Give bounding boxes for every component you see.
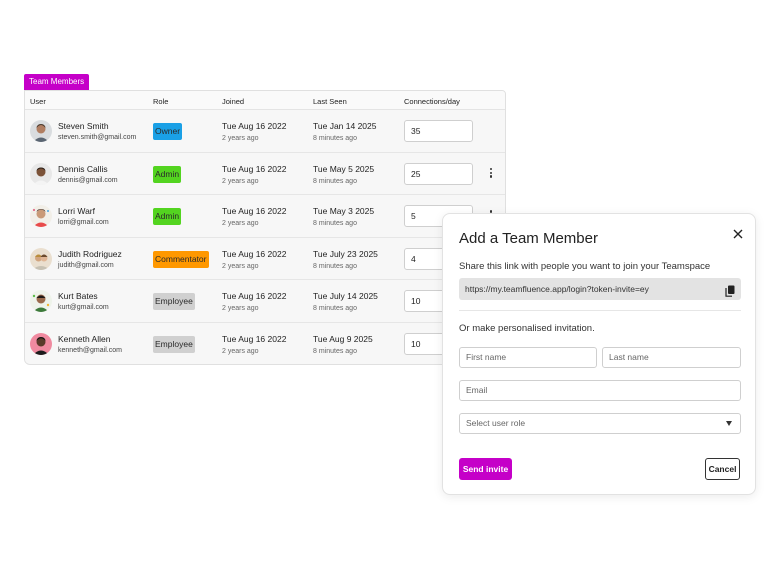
last-seen-relative: 8 minutes ago xyxy=(313,305,357,312)
invite-link-text: https://my.teamfluence.app/login?token-i… xyxy=(465,284,649,294)
joined-date: Tue Aug 16 2022 xyxy=(222,333,287,344)
column-user: User xyxy=(30,97,46,106)
column-role: Role xyxy=(153,97,169,106)
last-seen-date: Tue July 14 2025 xyxy=(313,291,378,301)
last-seen-relative: 8 minutes ago xyxy=(313,177,357,185)
team-members-table: User Role Joined Last Seen Connections/d… xyxy=(24,90,506,365)
avatar xyxy=(30,120,52,142)
email-input[interactable]: Email xyxy=(459,380,741,401)
last-name-input[interactable]: Last name xyxy=(602,347,741,368)
send-invite-button[interactable]: Send invite xyxy=(459,458,512,480)
joined-relative: 2 years ago xyxy=(222,177,259,185)
first-name-input[interactable]: First name xyxy=(459,347,597,368)
member-name: Lorri Warf xyxy=(58,206,95,216)
joined-date: Tue Aug 16 2022 xyxy=(222,163,287,174)
last-seen-relative: 8 minutes ago xyxy=(313,220,357,227)
member-name: Steven Smith xyxy=(58,121,109,131)
member-email: steven.smith@gmail.com xyxy=(58,134,137,141)
member-email: kenneth@gmail.com xyxy=(58,346,122,354)
add-member-modal: Add a Team Member Share this link with p… xyxy=(442,213,756,495)
joined-date: Tue Aug 16 2022 xyxy=(222,206,287,216)
avatar xyxy=(30,332,52,355)
table-row[interactable]: Kurt Bates kurt@gmail.com Employee Tue Aug … xyxy=(25,280,505,323)
role-badge: Employee xyxy=(153,335,195,353)
member-name: Dennis Callis xyxy=(58,163,108,174)
table-row[interactable]: Kenneth Allen kenneth@gmail.com Employee Tu… xyxy=(25,322,505,364)
joined-relative: 2 years ago xyxy=(222,347,259,355)
avatar xyxy=(30,162,52,185)
table-row[interactable]: Steven Smith steven.smith@gmail.com Owner T… xyxy=(25,110,505,153)
role-badge: Owner xyxy=(153,123,183,140)
role-badge: Admin xyxy=(153,208,182,225)
last-seen-relative: 8 minutes ago xyxy=(313,347,357,355)
role-badge: Commentator xyxy=(153,250,209,268)
last-seen-relative: 8 minutes ago xyxy=(313,135,357,142)
table-row[interactable]: Judith Rodriguez judith@gmail.com Commenta… xyxy=(25,237,505,280)
team-members-tab: Team Members xyxy=(24,74,90,90)
divider xyxy=(459,310,741,311)
member-email: dennis@gmail.com xyxy=(58,176,118,184)
member-email: lorri@gmail.com xyxy=(58,219,109,226)
member-email: judith@gmail.com xyxy=(58,261,114,269)
last-seen-date: Tue Aug 9 2025 xyxy=(313,333,373,344)
joined-date: Tue Aug 16 2022 xyxy=(222,121,287,131)
role-badge: Employee xyxy=(153,293,195,310)
avatar xyxy=(30,247,52,270)
personalised-invite-text: Or make personalised invitation. xyxy=(459,323,595,334)
joined-relative: 2 years ago xyxy=(222,135,259,142)
column-joined: Joined xyxy=(222,97,245,106)
table-row[interactable]: Lorri Warf lorri@gmail.com Admin Tue Aug 16… xyxy=(25,195,505,238)
chevron-down-icon xyxy=(726,421,732,426)
avatar xyxy=(30,290,52,312)
modal-title: Add a Team Member xyxy=(459,230,598,247)
copy-icon[interactable] xyxy=(725,283,735,297)
last-seen-date: Tue July 23 2025 xyxy=(313,248,378,259)
connections-input[interactable]: 25 xyxy=(404,162,473,185)
more-options-icon[interactable] xyxy=(488,167,494,181)
last-seen-date: Tue Jan 14 2025 xyxy=(313,121,377,131)
member-name: Judith Rodriguez xyxy=(58,248,122,259)
table-header: User Role Joined Last Seen Connections/d… xyxy=(25,91,505,110)
last-seen-relative: 8 minutes ago xyxy=(313,262,357,270)
role-badge: Admin xyxy=(153,165,182,183)
cancel-button[interactable]: Cancel xyxy=(705,458,740,480)
joined-date: Tue Aug 16 2022 xyxy=(222,291,287,301)
last-seen-date: Tue May 5 2025 xyxy=(313,163,375,174)
joined-relative: 2 years ago xyxy=(222,220,259,227)
table-row[interactable]: Dennis Callis dennis@gmail.com Admin Tue Au… xyxy=(25,152,505,195)
avatar xyxy=(30,205,52,227)
joined-relative: 2 years ago xyxy=(222,305,259,312)
column-connections: Connections/day xyxy=(404,97,460,106)
close-icon[interactable] xyxy=(732,227,744,239)
column-last-seen: Last Seen xyxy=(313,97,347,106)
joined-relative: 2 years ago xyxy=(222,262,259,270)
share-description: Share this link with people you want to … xyxy=(459,261,711,272)
member-name: Kurt Bates xyxy=(58,291,98,301)
role-select[interactable]: Select user role xyxy=(459,413,741,434)
joined-date: Tue Aug 16 2022 xyxy=(222,248,287,259)
role-select-placeholder: Select user role xyxy=(466,418,526,428)
connections-input[interactable]: 35 xyxy=(404,120,473,142)
last-seen-date: Tue May 3 2025 xyxy=(313,206,375,216)
invite-link-field[interactable]: https://my.teamfluence.app/login?token-i… xyxy=(459,278,741,300)
member-email: kurt@gmail.com xyxy=(58,304,109,311)
member-name: Kenneth Allen xyxy=(58,333,111,344)
